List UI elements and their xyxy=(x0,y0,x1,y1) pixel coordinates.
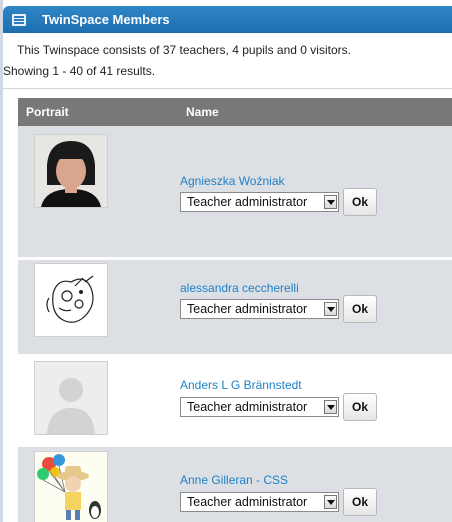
chevron-down-icon xyxy=(324,195,337,209)
portrait-photo-icon xyxy=(34,134,108,208)
role-select-value: Teacher administrator xyxy=(187,400,308,414)
twinspace-members-panel: TwinSpace Members This Twinspace consist… xyxy=(3,0,452,522)
chevron-down-icon xyxy=(324,495,337,509)
table-row: Agnieszka Woźniak Teacher administrator … xyxy=(18,126,452,257)
chevron-down-icon xyxy=(324,302,337,316)
panel-title-bar: TwinSpace Members xyxy=(3,6,452,33)
ok-button[interactable]: Ok xyxy=(343,488,377,516)
role-select[interactable]: Teacher administrator xyxy=(180,299,339,319)
chevron-down-icon xyxy=(324,400,337,414)
table-row: Anders L G Brännstedt Teacher administra… xyxy=(18,354,452,447)
table-row: alessandra ceccherelli Teacher administr… xyxy=(18,260,452,354)
ok-button[interactable]: Ok xyxy=(343,393,377,421)
list-icon xyxy=(12,13,26,26)
member-name-link[interactable]: Anne Gilleran - CSS xyxy=(180,473,288,487)
members-summary: This Twinspace consists of 37 teachers, … xyxy=(17,43,351,57)
role-select[interactable]: Teacher administrator xyxy=(180,397,339,417)
role-select[interactable]: Teacher administrator xyxy=(180,492,339,512)
column-header-portrait: Portrait xyxy=(26,105,69,119)
portrait-doodle-icon xyxy=(34,263,108,337)
members-table-header: Portrait Name xyxy=(18,98,452,126)
ok-button[interactable]: Ok xyxy=(343,295,377,323)
portrait-cartoon-icon xyxy=(34,451,108,522)
results-count: Showing 1 - 40 of 41 results. xyxy=(3,64,156,78)
column-header-name: Name xyxy=(186,105,219,119)
role-select[interactable]: Teacher administrator xyxy=(180,192,339,212)
panel-title: TwinSpace Members xyxy=(42,12,170,27)
member-name-link[interactable]: alessandra ceccherelli xyxy=(180,281,299,295)
role-select-value: Teacher administrator xyxy=(187,195,308,209)
divider xyxy=(3,88,452,89)
default-avatar-icon xyxy=(34,361,108,435)
table-row: Anne Gilleran - CSS Teacher administrato… xyxy=(18,447,452,522)
role-select-value: Teacher administrator xyxy=(187,495,308,509)
ok-button[interactable]: Ok xyxy=(343,188,377,216)
member-name-link[interactable]: Agnieszka Woźniak xyxy=(180,174,285,188)
role-select-value: Teacher administrator xyxy=(187,302,308,316)
member-name-link[interactable]: Anders L G Brännstedt xyxy=(180,378,302,392)
